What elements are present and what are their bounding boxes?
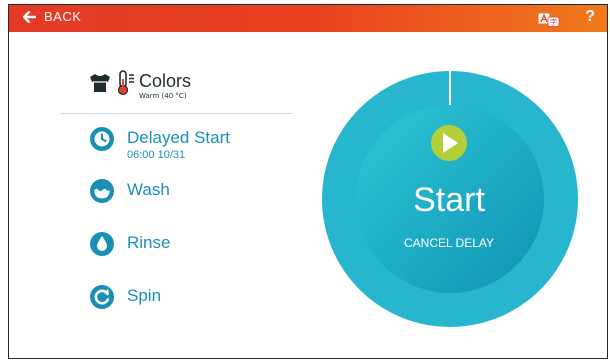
delay-time: 06:00 10/31 xyxy=(127,149,186,161)
step-label: Wash xyxy=(127,180,170,199)
step-spin[interactable]: Spin xyxy=(89,284,161,310)
start-label: Start xyxy=(413,181,485,219)
language-button[interactable]: 字 xyxy=(538,12,560,27)
water-drop-icon xyxy=(90,232,114,256)
shirt-icon xyxy=(90,74,110,92)
program-temperature: Warm (40 °C) xyxy=(139,92,187,100)
clock-icon xyxy=(90,127,114,151)
divider xyxy=(61,113,293,114)
start-dial[interactable]: Start CANCEL DELAY xyxy=(320,69,580,329)
program-info: Colors Warm (40 °C) xyxy=(89,69,191,100)
step-label: Rinse xyxy=(127,233,171,252)
step-delayed-start[interactable]: Delayed Start 06:00 10/31 xyxy=(89,126,230,161)
back-arrow-icon xyxy=(23,10,36,23)
top-bar: BACK 字 ? xyxy=(9,5,607,32)
translate-icon: 字 xyxy=(538,13,560,27)
spin-icon xyxy=(90,285,114,309)
cancel-delay-button[interactable]: CANCEL DELAY xyxy=(404,236,494,250)
step-wash[interactable]: Wash xyxy=(89,178,170,204)
thermometer-icon xyxy=(117,70,134,96)
app-window: BACK 字 ? Colors Warm (40 °C) Delayed Sta… xyxy=(8,4,608,359)
help-button[interactable]: ? xyxy=(585,8,595,26)
program-name: Colors xyxy=(139,71,192,91)
svg-text:字: 字 xyxy=(550,18,557,27)
step-label: Delayed Start xyxy=(127,128,230,147)
step-label: Spin xyxy=(127,286,162,305)
back-button[interactable]: BACK xyxy=(23,9,81,24)
wash-icon xyxy=(90,179,114,203)
step-rinse[interactable]: Rinse xyxy=(89,231,170,257)
play-button[interactable] xyxy=(431,125,467,161)
back-label: BACK xyxy=(44,9,82,24)
